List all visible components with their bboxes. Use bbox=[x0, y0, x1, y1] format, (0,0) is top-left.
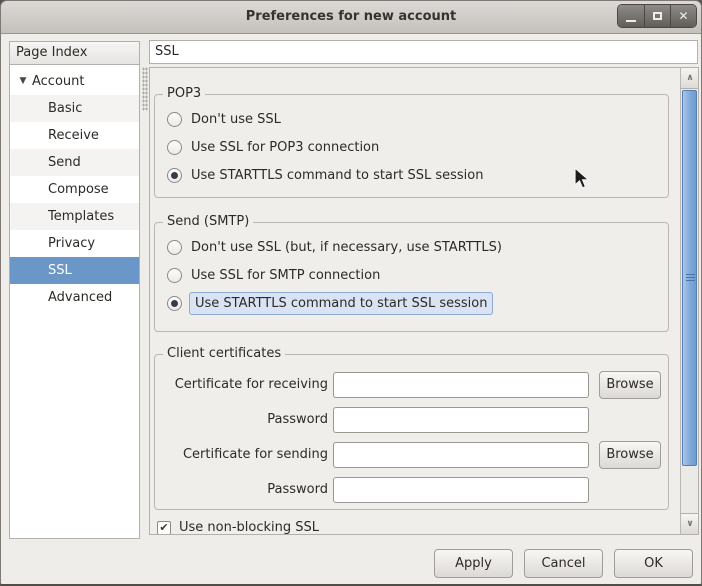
radio-label: Don't use SSL bbox=[191, 112, 281, 127]
scroll-up-button[interactable]: ∧ bbox=[681, 68, 699, 89]
password-sending-label: Password bbox=[165, 482, 333, 497]
scroll-down-button[interactable]: ∨ bbox=[681, 513, 699, 534]
sidebar-item-label: Privacy bbox=[48, 230, 95, 257]
close-icon: ✕ bbox=[678, 10, 688, 22]
certificate-sending-row: Certificate for sending Browse bbox=[155, 437, 668, 472]
radio-icon[interactable] bbox=[167, 240, 182, 255]
password-receiving-label: Password bbox=[165, 412, 333, 427]
preferences-dialog: Preferences for new account ✕ Page Index… bbox=[0, 0, 702, 586]
close-button[interactable]: ✕ bbox=[670, 5, 696, 27]
pop3-radio-starttls[interactable]: Use STARTTLS command to start SSL sessio… bbox=[155, 161, 668, 189]
sidebar-item-advanced[interactable]: Advanced bbox=[10, 284, 139, 311]
client-certificates-group-title: Client certificates bbox=[163, 346, 285, 362]
pop3-radio-dont-use-ssl[interactable]: Don't use SSL bbox=[155, 105, 668, 133]
sidebar-item-compose[interactable]: Compose bbox=[10, 176, 139, 203]
sidebar-item-label: Basic bbox=[48, 95, 82, 122]
certificate-receiving-row: Certificate for receiving Browse bbox=[155, 367, 668, 402]
pop3-group-title: POP3 bbox=[163, 86, 205, 102]
sidebar-item-receive[interactable]: Receive bbox=[10, 122, 139, 149]
radio-label: Use SSL for POP3 connection bbox=[191, 140, 379, 155]
smtp-group: Send (SMTP) Don't use SSL (but, if neces… bbox=[154, 222, 669, 332]
non-blocking-ssl-label: Use non-blocking SSL bbox=[179, 520, 319, 535]
certificate-sending-label: Certificate for sending bbox=[165, 447, 333, 462]
radio-icon[interactable] bbox=[167, 112, 182, 127]
radio-label-focused: Use STARTTLS command to start SSL sessio… bbox=[189, 292, 493, 315]
radio-label: Don't use SSL (but, if necessary, use ST… bbox=[191, 240, 502, 255]
browse-sending-button[interactable]: Browse bbox=[599, 441, 661, 469]
page-title: SSL bbox=[149, 40, 698, 64]
chevron-down-icon: ∨ bbox=[686, 519, 693, 529]
sidebar-item-label: Account bbox=[32, 68, 85, 95]
page-index-header[interactable]: Page Index bbox=[10, 42, 139, 65]
maximize-button[interactable] bbox=[644, 5, 670, 27]
chevron-up-icon: ∧ bbox=[686, 73, 693, 83]
page-index-tree: Page Index ▼ Account Basic Receive Send … bbox=[9, 41, 140, 539]
pop3-radio-use-ssl[interactable]: Use SSL for POP3 connection bbox=[155, 133, 668, 161]
tree-rows: ▼ Account Basic Receive Send Compose Tem… bbox=[10, 65, 139, 311]
certificate-sending-input[interactable] bbox=[333, 442, 589, 468]
scrollbar-thumb[interactable] bbox=[682, 90, 697, 466]
smtp-radio-dont-use-ssl[interactable]: Don't use SSL (but, if necessary, use ST… bbox=[155, 233, 668, 261]
password-receiving-input[interactable] bbox=[333, 407, 589, 433]
radio-label: Use SSL for SMTP connection bbox=[191, 268, 380, 283]
sidebar-item-label: Send bbox=[48, 149, 81, 176]
sidebar-item-label: SSL bbox=[48, 257, 72, 284]
minimize-button[interactable] bbox=[618, 5, 644, 27]
smtp-radio-starttls[interactable]: Use STARTTLS command to start SSL sessio… bbox=[155, 289, 668, 317]
radio-checked-icon[interactable] bbox=[167, 296, 182, 311]
radio-label: Use STARTTLS command to start SSL sessio… bbox=[191, 168, 483, 183]
pane-splitter[interactable] bbox=[142, 67, 148, 111]
grip-icon bbox=[686, 274, 695, 282]
password-receiving-row: Password bbox=[155, 402, 668, 437]
ssl-settings-panel: POP3 Don't use SSL Use SSL for POP3 conn… bbox=[149, 67, 699, 535]
certificate-receiving-label: Certificate for receiving bbox=[165, 377, 333, 392]
radio-checked-icon[interactable] bbox=[167, 168, 182, 183]
expander-icon[interactable]: ▼ bbox=[16, 68, 30, 95]
sidebar-item-ssl[interactable]: SSL bbox=[10, 257, 139, 284]
sidebar-item-basic[interactable]: Basic bbox=[10, 95, 139, 122]
smtp-radio-use-ssl[interactable]: Use SSL for SMTP connection bbox=[155, 261, 668, 289]
sidebar-item-templates[interactable]: Templates bbox=[10, 203, 139, 230]
sidebar-item-privacy[interactable]: Privacy bbox=[10, 230, 139, 257]
radio-icon[interactable] bbox=[167, 268, 182, 283]
ok-button[interactable]: OK bbox=[614, 549, 693, 578]
sidebar-item-account[interactable]: ▼ Account bbox=[10, 68, 139, 95]
window-title: Preferences for new account bbox=[1, 1, 701, 33]
password-sending-input[interactable] bbox=[333, 477, 589, 503]
radio-icon[interactable] bbox=[167, 140, 182, 155]
non-blocking-ssl-row[interactable]: ✔ Use non-blocking SSL bbox=[157, 520, 319, 535]
checkbox-checked-icon[interactable]: ✔ bbox=[157, 521, 171, 535]
apply-button[interactable]: Apply bbox=[434, 549, 513, 578]
sidebar-item-label: Templates bbox=[48, 203, 114, 230]
client-certificates-group: Client certificates Certificate for rece… bbox=[154, 354, 669, 510]
sidebar-item-label: Advanced bbox=[48, 284, 112, 311]
browse-receiving-button[interactable]: Browse bbox=[599, 371, 661, 399]
cancel-button[interactable]: Cancel bbox=[524, 549, 603, 578]
titlebar[interactable]: Preferences for new account ✕ bbox=[1, 1, 701, 34]
window-controls: ✕ bbox=[617, 4, 697, 28]
sidebar-item-label: Compose bbox=[48, 176, 109, 203]
smtp-group-title: Send (SMTP) bbox=[163, 214, 253, 230]
maximize-icon bbox=[653, 12, 662, 20]
pop3-group: POP3 Don't use SSL Use SSL for POP3 conn… bbox=[154, 94, 669, 198]
sidebar-item-send[interactable]: Send bbox=[10, 149, 139, 176]
sidebar-item-label: Receive bbox=[48, 122, 99, 149]
minimize-icon bbox=[626, 20, 636, 22]
certificate-receiving-input[interactable] bbox=[333, 372, 589, 398]
password-sending-row: Password bbox=[155, 472, 668, 507]
vertical-scrollbar[interactable]: ∧ ∨ bbox=[680, 68, 698, 534]
